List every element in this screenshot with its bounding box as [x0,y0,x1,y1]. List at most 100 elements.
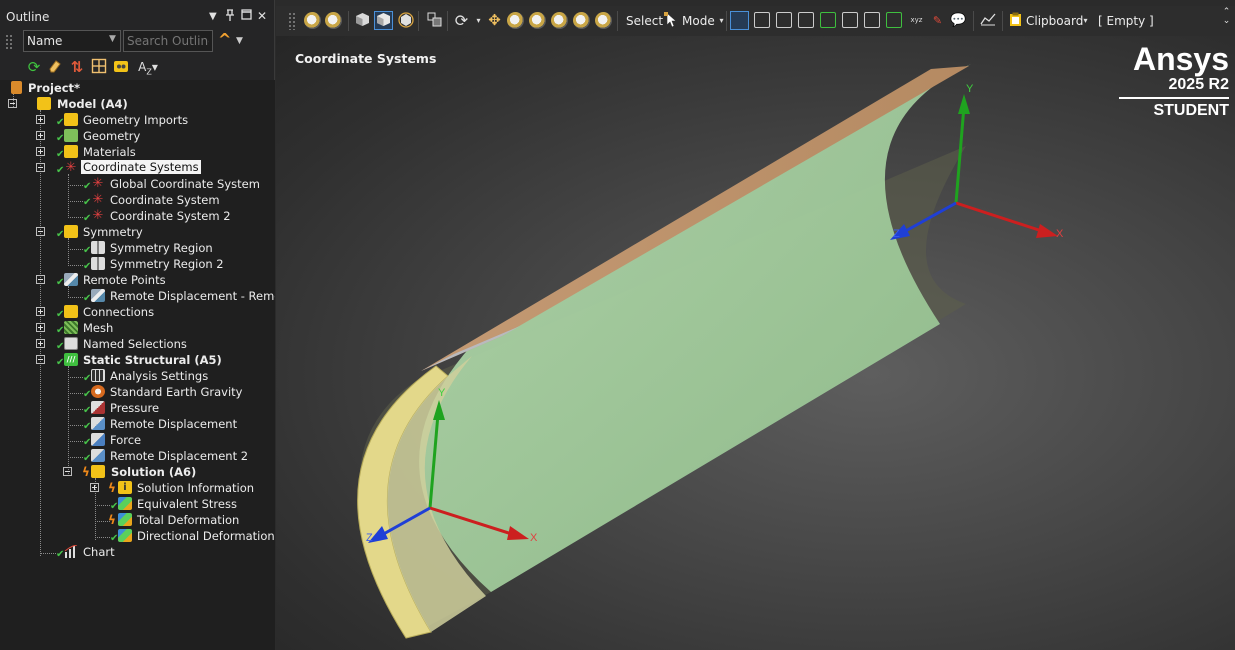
brand-edition: STUDENT [1153,102,1229,119]
cube-shaded-icon[interactable] [354,12,371,29]
tag-icon[interactable] [112,58,130,76]
refresh-icon[interactable]: ⟳ [25,58,43,76]
status-check-icon: ✔ [83,197,92,208]
search-outline-input[interactable] [123,30,213,52]
expand-toggle[interactable] [36,115,45,124]
expand-collapse-chevron-icon[interactable]: ^ [218,30,231,49]
tree-node-symmetry[interactable]: ✔ Symmetry [0,224,275,240]
select-element-icon[interactable] [864,12,880,28]
clipboard-dropdown[interactable]: Clipboard [1026,14,1083,28]
tree-node-force[interactable]: ✔ Force [0,432,275,448]
restore-icon[interactable] [241,9,252,23]
layout-icon[interactable] [426,12,443,29]
expand-toggle[interactable] [36,323,45,332]
clipboard-chevron-icon[interactable]: ▾ [1077,12,1094,29]
tree-node-global-coordinate-system[interactable]: ✳ ✔ Global Coordinate System [0,176,275,192]
tree-node-coordinate-system[interactable]: ✳ ✔ Coordinate System [0,192,275,208]
tree-node-connections[interactable]: ✔ Connections [0,304,275,320]
zoom-out-icon[interactable] [304,12,321,29]
tree-node-materials[interactable]: ✔ Materials [0,144,275,160]
label-icon[interactable]: ✎ [929,12,946,29]
tree-node-remote-displacement[interactable]: ✔ Remote Displacement [0,416,275,432]
select-mesh-icon[interactable] [886,12,902,28]
collapse-toggle[interactable] [36,355,45,364]
tree-node-model[interactable]: Model (A4) [0,96,275,112]
grip-handle[interactable] [5,34,13,50]
tree-node-coordinate-system-2[interactable]: ✳ ✔ Coordinate System 2 [0,208,275,224]
collapse-toggle[interactable] [36,275,45,284]
expand-toggle[interactable] [36,339,45,348]
tree-node-label: Connections [83,305,155,319]
grip-handle[interactable] [288,12,296,30]
chart-line-icon[interactable] [979,12,996,29]
alphabetical-sort-icon[interactable]: AZ▾ [134,58,162,76]
tree-node-standard-earth-gravity[interactable]: ✔ Standard Earth Gravity [0,384,275,400]
select-vertex-icon[interactable] [730,11,749,30]
close-icon[interactable]: ✕ [257,9,267,23]
tree-node-analysis-settings[interactable]: ✔ Analysis Settings [0,368,275,384]
tree-node-remote-displacement-remote-point[interactable]: ✔ Remote Displacement - Remote Po [0,288,275,304]
tree-node-coordinate-systems[interactable]: ✳ ✔ Coordinate Systems [0,160,275,176]
expand-toggle[interactable] [36,131,45,140]
tree-node-solution[interactable]: ϟ Solution (A6) [0,464,275,480]
zoom-in-icon[interactable] [529,12,546,29]
expand-toggle[interactable] [90,483,99,492]
tree-node-equivalent-stress[interactable]: ✔ Equivalent Stress [0,496,275,512]
collapse-toggle[interactable] [36,227,45,236]
tree-node-remote-points[interactable]: ✔ Remote Points [0,272,275,288]
tree-node-total-deformation[interactable]: ϟ Total Deformation [0,512,275,528]
tree-node-named-selections[interactable]: ✔ Named Selections [0,336,275,352]
select-node-icon[interactable] [820,12,836,28]
filter-field-select[interactable]: Name [23,30,121,52]
zoom-box-icon[interactable] [551,12,568,29]
tree-node-directional-deformation[interactable]: ✔ Directional Deformation [0,528,275,544]
select-face-icon[interactable] [776,12,792,28]
panel-menu-chevron-icon[interactable]: ▼ [209,11,217,22]
toolbar-overflow-icon[interactable]: ⌃ ⌄ [1218,8,1235,26]
tree-node-solution-information[interactable]: i ϟ Solution Information [0,480,275,496]
magnifier-icon[interactable] [595,12,612,29]
collapse-toggle[interactable] [8,99,17,108]
zoom-fit-icon[interactable] [325,12,342,29]
filter-options-chevron-icon[interactable]: ▼ [236,36,243,46]
collapse-toggle[interactable] [36,163,45,172]
rotate-chevron-icon[interactable]: ▾ [470,12,487,29]
tree-node-remote-displacement-2[interactable]: ✔ Remote Displacement 2 [0,448,275,464]
tree-node-geometry[interactable]: ✔ Geometry [0,128,275,144]
zoom-icon[interactable] [507,12,524,29]
rotate-model-icon[interactable] [397,12,414,29]
collapse-toggle[interactable] [63,467,72,476]
rotate-icon[interactable]: ⟳ [453,12,470,29]
mode-dropdown[interactable]: Mode [682,14,715,28]
select-edge-icon[interactable] [754,12,770,28]
select-element-face-icon[interactable] [842,12,858,28]
pin-icon[interactable] [225,9,235,25]
tree-node-mesh[interactable]: ✔ Mesh [0,320,275,336]
graphics-viewport[interactable]: Y X Z Y X Z Coordinate Systems Ansys 202… [276,36,1235,650]
filter-field-chevron-icon[interactable]: ▼ [109,34,116,44]
tree-node-symmetry-region-2[interactable]: ✔ Symmetry Region 2 [0,256,275,272]
select-body-icon[interactable] [798,12,814,28]
tree-node-pressure[interactable]: ✔ Pressure [0,400,275,416]
expand-toggle[interactable] [36,147,45,156]
coordinate-system-icon: ✳ [92,176,104,191]
cursor-select-icon[interactable] [663,12,680,29]
model-scene[interactable]: Y X Z Y X Z [276,36,1235,650]
tree-node-chart[interactable]: ✔ Chart [0,544,275,560]
sort-icon[interactable]: ⇅ [68,58,86,76]
pan-icon[interactable]: ✥ [486,12,503,29]
grid-icon[interactable] [90,58,108,76]
expand-toggle[interactable] [36,307,45,316]
cube-view-icon[interactable] [374,11,393,30]
zoom-to-fit-icon[interactable] [573,12,590,29]
comment-icon[interactable]: 💬 [950,12,967,29]
tree-node-symmetry-region[interactable]: ✔ Symmetry Region [0,240,275,256]
clipboard-icon[interactable] [1007,12,1024,29]
select-label[interactable]: Select [626,14,663,28]
tree-node-static-structural[interactable]: /// ✔ Static Structural (A5) [0,352,275,368]
coordinates-icon[interactable]: xyz [908,12,925,29]
eraser-icon[interactable] [46,58,64,76]
mode-chevron-icon[interactable]: ▾ [713,12,730,29]
tree-node-project[interactable]: Project* [0,80,275,96]
tree-node-geometry-imports[interactable]: ✔ Geometry Imports [0,112,275,128]
